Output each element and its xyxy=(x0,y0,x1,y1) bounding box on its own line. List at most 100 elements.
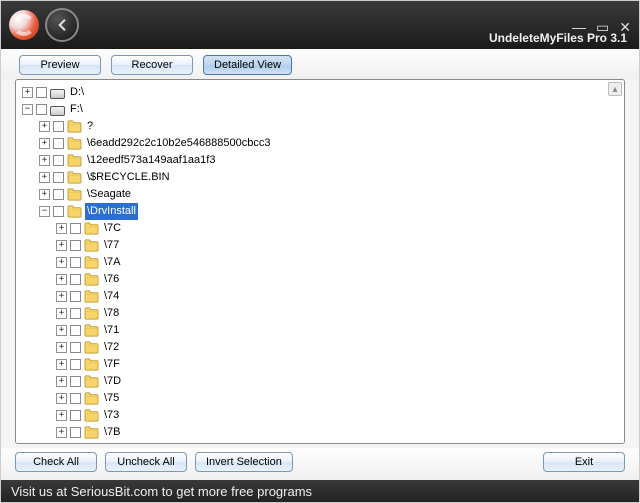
checkbox[interactable] xyxy=(36,104,47,115)
tree-item-label[interactable]: D:\ xyxy=(68,84,86,101)
tree-item-label[interactable]: \7D xyxy=(102,373,123,390)
check-all-button[interactable]: Check All xyxy=(15,452,97,472)
preview-button[interactable]: Preview xyxy=(19,55,101,75)
tree-item-label[interactable]: \12eedf573a149aaf1aa1f3 xyxy=(85,152,217,169)
detailed-view-button[interactable]: Detailed View xyxy=(203,55,292,75)
checkbox[interactable] xyxy=(53,206,64,217)
checkbox[interactable] xyxy=(53,189,64,200)
tree-row[interactable]: +\realtek_audio_7111_v78b4 xyxy=(56,441,622,444)
tree-item-label[interactable]: \7B xyxy=(102,424,123,441)
expand-icon[interactable]: + xyxy=(56,427,67,438)
expand-icon[interactable]: + xyxy=(56,342,67,353)
tree-row[interactable]: + \71 xyxy=(56,322,622,339)
expand-icon[interactable]: + xyxy=(39,189,50,200)
expand-icon[interactable]: + xyxy=(39,155,50,166)
checkbox[interactable] xyxy=(70,410,81,421)
tree-row[interactable]: + \6eadd292c2c10b2e546888500cbcc3 xyxy=(39,135,622,152)
back-button[interactable] xyxy=(45,8,79,42)
tree-row[interactable]: + \78 xyxy=(56,305,622,322)
tree-item-label[interactable]: \78 xyxy=(102,305,121,322)
tree-item-label[interactable]: \Seagate xyxy=(85,186,133,203)
expand-icon[interactable]: + xyxy=(56,376,67,387)
expand-icon[interactable]: + xyxy=(22,87,33,98)
expand-icon[interactable]: + xyxy=(56,410,67,421)
checkbox[interactable] xyxy=(70,342,81,353)
expand-icon[interactable]: + xyxy=(56,393,67,404)
expand-icon[interactable]: + xyxy=(39,138,50,149)
checkbox[interactable] xyxy=(70,257,81,268)
collapse-icon[interactable]: − xyxy=(39,206,50,217)
expand-icon[interactable]: + xyxy=(56,223,67,234)
exit-button[interactable]: Exit xyxy=(543,452,625,472)
checkbox[interactable] xyxy=(53,138,64,149)
tree-row[interactable]: + \$RECYCLE.BIN xyxy=(39,169,622,186)
tree-item-label[interactable]: \73 xyxy=(102,407,121,424)
expand-icon[interactable]: + xyxy=(56,325,67,336)
expand-icon[interactable]: + xyxy=(56,240,67,251)
checkbox[interactable] xyxy=(53,155,64,166)
checkbox[interactable] xyxy=(70,393,81,404)
drive-icon xyxy=(50,103,65,116)
expand-icon[interactable]: + xyxy=(39,121,50,132)
title-bar: — ▭ ✕ UndeleteMyFiles Pro 3.1 xyxy=(1,1,639,49)
tree-row[interactable]: + \7C xyxy=(56,220,622,237)
expand-icon[interactable]: + xyxy=(56,308,67,319)
tree-item-label[interactable]: \72 xyxy=(102,339,121,356)
tree-item-label[interactable]: \6eadd292c2c10b2e546888500cbcc3 xyxy=(85,135,273,152)
checkbox[interactable] xyxy=(70,325,81,336)
tree-row[interactable]: + \7B xyxy=(56,424,622,441)
tree-item-label[interactable]: F:\ xyxy=(68,101,85,118)
tree-row[interactable]: + \74 xyxy=(56,288,622,305)
checkbox[interactable] xyxy=(70,427,81,438)
tree-item-label[interactable]: \7A xyxy=(102,254,123,271)
tree-row[interactable]: +? xyxy=(39,118,622,135)
checkbox[interactable] xyxy=(70,359,81,370)
tree-row[interactable]: + \73 xyxy=(56,407,622,424)
tree-item-label[interactable]: \realtek_audio_7111_v78b4 xyxy=(102,441,240,444)
file-tree[interactable]: +D:\−F:\+?+\6eadd292c2c10b2e546888500cbc… xyxy=(18,84,622,444)
tree-item-label[interactable]: \76 xyxy=(102,271,121,288)
tree-row[interactable]: + \75 xyxy=(56,390,622,407)
checkbox[interactable] xyxy=(36,87,47,98)
checkbox[interactable] xyxy=(53,172,64,183)
checkbox[interactable] xyxy=(70,308,81,319)
expand-icon[interactable]: + xyxy=(56,257,67,268)
invert-selection-button[interactable]: Invert Selection xyxy=(195,452,293,472)
checkbox[interactable] xyxy=(70,274,81,285)
uncheck-all-button[interactable]: Uncheck All xyxy=(105,452,187,472)
tree-row[interactable]: + \72 xyxy=(56,339,622,356)
tree-item-label[interactable]: \77 xyxy=(102,237,121,254)
tree-row[interactable]: + \7A xyxy=(56,254,622,271)
folder-icon xyxy=(84,426,99,439)
tree-row[interactable]: − F:\ xyxy=(22,101,622,118)
tree-item-label[interactable]: ? xyxy=(85,118,95,135)
collapse-icon[interactable]: − xyxy=(22,104,33,115)
tree-item-label[interactable]: \7C xyxy=(102,220,123,237)
tree-item-label[interactable]: \7F xyxy=(102,356,122,373)
scroll-up-icon[interactable]: ▴ xyxy=(608,82,622,96)
tree-row[interactable]: + D:\ xyxy=(22,84,622,101)
tree-row[interactable]: + \7F xyxy=(56,356,622,373)
checkbox[interactable] xyxy=(53,121,64,132)
tree-row[interactable]: + \77 xyxy=(56,237,622,254)
expand-icon[interactable]: + xyxy=(56,359,67,370)
tree-item-label[interactable]: \$RECYCLE.BIN xyxy=(85,169,172,186)
checkbox[interactable] xyxy=(70,223,81,234)
checkbox[interactable] xyxy=(70,376,81,387)
tree-item-label[interactable]: \DrvInstall xyxy=(85,203,138,220)
tree-row[interactable]: − \DrvInstall xyxy=(39,203,622,220)
checkbox[interactable] xyxy=(70,240,81,251)
tree-row[interactable]: + \7D xyxy=(56,373,622,390)
tree-row[interactable]: + \76 xyxy=(56,271,622,288)
checkbox[interactable] xyxy=(70,291,81,302)
expand-icon[interactable]: + xyxy=(39,172,50,183)
tree-item-label[interactable]: \75 xyxy=(102,390,121,407)
folder-icon xyxy=(67,188,82,201)
tree-item-label[interactable]: \71 xyxy=(102,322,121,339)
expand-icon[interactable]: + xyxy=(56,274,67,285)
tree-row[interactable]: + \Seagate xyxy=(39,186,622,203)
tree-item-label[interactable]: \74 xyxy=(102,288,121,305)
recover-button[interactable]: Recover xyxy=(111,55,193,75)
tree-row[interactable]: + \12eedf573a149aaf1aa1f3 xyxy=(39,152,622,169)
expand-icon[interactable]: + xyxy=(56,291,67,302)
